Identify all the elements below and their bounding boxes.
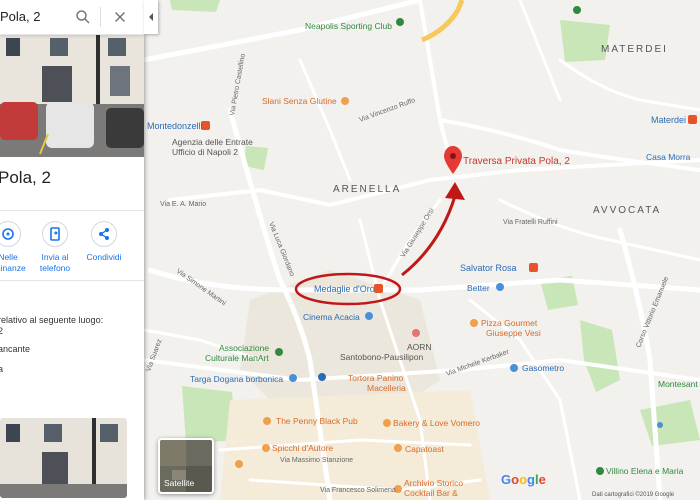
district-label: ARENELLA [333, 184, 401, 195]
svg-text:Targa Dogana borbonica: Targa Dogana borbonica [190, 374, 283, 384]
send-to-phone-label-2: telefono [39, 263, 71, 273]
svg-text:Tortora Panino: Tortora Panino [348, 373, 404, 383]
search-box[interactable]: Pola, 2 [0, 0, 144, 35]
svg-text:Gasometro: Gasometro [522, 363, 564, 373]
svg-text:Culturale ManArt: Culturale ManArt [205, 353, 269, 363]
svg-text:Via E. A. Mario: Via E. A. Mario [160, 201, 206, 208]
svg-text:Better: Better [467, 283, 490, 293]
station-label-circled: Medaglie d'Oro [314, 284, 375, 294]
satellite-toggle[interactable]: Satellite [158, 438, 214, 494]
svg-text:Pizza Gourmet: Pizza Gourmet [481, 318, 538, 328]
svg-text:Capatoast: Capatoast [405, 444, 444, 454]
station-label: Materdei [651, 115, 686, 125]
info-line: relativo al seguente luogo: [0, 315, 104, 325]
svg-text:Slani Senza Glutine: Slani Senza Glutine [262, 96, 337, 106]
share-icon [99, 228, 109, 240]
place-photo-thumbnail[interactable] [0, 418, 127, 498]
svg-text:Villino Elena e Maria: Villino Elena e Maria [606, 466, 684, 476]
district-label: AVVOCATA [593, 205, 661, 216]
svg-text:Neapolis Sporting Club: Neapolis Sporting Club [305, 21, 392, 31]
svg-text:Cinema Acacia: Cinema Acacia [303, 312, 360, 322]
google-logo: Google [501, 472, 546, 487]
share-button[interactable]: Condividi [81, 221, 127, 263]
search-input[interactable]: Pola, 2 [0, 9, 40, 24]
nearby-label-2: vicinanze [0, 263, 26, 273]
search-icon[interactable] [74, 8, 92, 26]
svg-text:The Penny Black Pub: The Penny Black Pub [276, 416, 358, 426]
chevron-left-icon [149, 13, 153, 21]
station-label: Montedonzelli [147, 121, 203, 131]
send-to-phone-button[interactable]: Invia al telefono [32, 221, 78, 274]
svg-text:Cocktail Bar &: Cocktail Bar & [404, 488, 458, 498]
station-label: Salvator Rosa [460, 263, 517, 273]
send-to-phone-icon [50, 227, 60, 241]
svg-text:Ufficio di Napoli 2: Ufficio di Napoli 2 [172, 147, 238, 157]
info-line[interactable]: a [0, 364, 3, 374]
satellite-label: Satellite [164, 478, 195, 488]
place-photo[interactable] [0, 34, 144, 157]
nearby-label: Nelle [0, 252, 18, 262]
svg-text:Bakery & Love Vomero: Bakery & Love Vomero [393, 418, 480, 428]
send-to-phone-label: Invia al [41, 252, 69, 262]
svg-text:Associazione: Associazione [219, 343, 269, 353]
info-line[interactable]: ancante [0, 344, 30, 354]
svg-text:Santobono-Pausilipon: Santobono-Pausilipon [340, 352, 423, 362]
svg-text:Archivio Storico: Archivio Storico [404, 478, 463, 488]
collapse-panel-button[interactable] [144, 0, 158, 34]
info-line: 2 [0, 326, 4, 336]
nearby-button[interactable]: Nellevicinanze [0, 221, 31, 274]
svg-text:Agenzia delle Entrate: Agenzia delle Entrate [172, 137, 253, 147]
divider [0, 210, 144, 211]
svg-text:Via Fratelli Ruffini: Via Fratelli Ruffini [503, 219, 558, 226]
svg-text:Macelleria: Macelleria [367, 383, 406, 393]
close-icon[interactable] [111, 8, 129, 26]
place-title: Pola, 2 [0, 168, 51, 187]
search-divider [100, 7, 101, 27]
nearby-icon [2, 228, 14, 240]
destination-label: Traversa Privata Pola, 2 [463, 156, 570, 167]
svg-text:AORN: AORN [407, 342, 432, 352]
svg-text:Montesant: Montesant [658, 379, 698, 389]
place-side-panel: Pola, 2 Pola, 2 Nelle inanze Invia al te… [0, 0, 144, 500]
divider [0, 280, 144, 281]
svg-text:Giuseppe Vesi: Giuseppe Vesi [486, 328, 541, 338]
svg-text:Spicchi d'Autore: Spicchi d'Autore [272, 443, 333, 453]
district-label: MATERDEI [601, 44, 668, 55]
share-label: Condividi [86, 252, 122, 262]
svg-text:Via Massimo Stanzione: Via Massimo Stanzione [280, 457, 353, 464]
map-credit: Dati cartografici ©2019 Google [592, 492, 675, 498]
svg-text:Casa Morra: Casa Morra [646, 152, 691, 162]
svg-text:Via Francesco Solimena: Via Francesco Solimena [320, 487, 396, 494]
